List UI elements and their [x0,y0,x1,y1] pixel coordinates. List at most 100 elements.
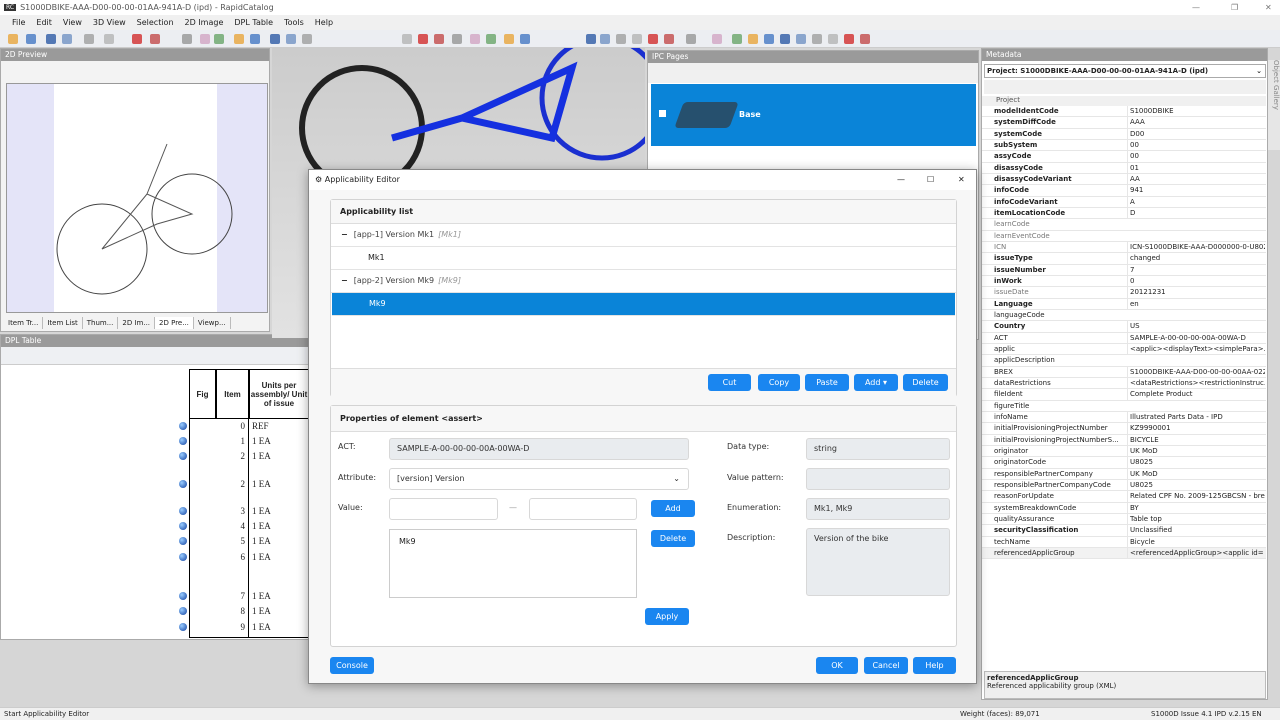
property-value[interactable]: changed [1127,253,1265,265]
minimize-button[interactable]: — [1192,3,1200,12]
list-delete-button[interactable]: Delete [903,374,948,391]
property-value[interactable]: BICYCLE [1127,434,1265,446]
toolbar-button[interactable] [150,34,160,44]
toolbar-button[interactable] [250,34,260,44]
row-bullet-icon[interactable] [179,437,187,445]
toolbar-button[interactable] [520,34,530,44]
tab-2[interactable]: Thum... [83,317,119,329]
toolbar-button[interactable] [664,34,674,44]
metadata-row[interactable]: fileIdent Complete Product [982,389,1266,401]
tab-3[interactable]: 2D Im... [118,317,156,329]
toolbar-button[interactable] [732,34,742,44]
ipc-page-base[interactable]: Base [651,84,976,146]
toolbar-button[interactable] [214,34,224,44]
metadata-row[interactable]: applicDescription [982,355,1266,367]
property-value[interactable]: 941 [1127,185,1265,197]
range-from-input[interactable] [389,498,498,520]
property-value[interactable]: 0 [1127,275,1265,287]
applicability-value[interactable]: Mk1 [331,247,956,270]
property-value[interactable]: U8025 [1127,457,1265,469]
menu-file[interactable]: File [12,18,25,27]
applicability-value[interactable]: Mk9 [332,293,955,316]
toolbar-button[interactable] [486,34,496,44]
property-value[interactable]: D [1127,207,1265,219]
metadata-row[interactable]: referencedApplicGroup <referencedApplicGr… [982,547,1266,560]
toolbar-button[interactable] [828,34,838,44]
tab-1[interactable]: Item List [43,317,83,329]
property-value[interactable]: S1000DBIKE-AAA-D00-00-00-00AA-022... [1127,366,1265,378]
menu-tools[interactable]: Tools [284,18,304,27]
collapse-icon[interactable]: − [341,230,348,239]
metadata-row[interactable]: initialProvisioningProjectNumberS... BICY… [982,434,1266,446]
toolbar-button[interactable] [860,34,870,44]
metadata-row[interactable]: figureTitle [982,401,1266,412]
toolbar-button[interactable] [402,34,412,44]
property-value[interactable]: 20121231 [1127,287,1265,299]
toolbar-button[interactable] [26,34,36,44]
toolbar-button[interactable] [600,34,610,44]
metadata-row[interactable]: infoName Illustrated Parts Data - IPD [982,411,1266,424]
property-value[interactable]: AA [1127,173,1265,185]
metadata-row[interactable]: originatorCode U8025 [982,457,1266,469]
tab-0[interactable]: Item Tr... [4,317,44,329]
toolbar-button[interactable] [302,34,312,44]
dialog-maximize-button[interactable]: ☐ [927,170,934,190]
help-button[interactable]: Help [913,657,956,674]
property-value[interactable]: 00 [1127,151,1265,163]
property-value[interactable]: Related CPF No. 2009-125GBCSN - bre... [1127,491,1265,503]
dialog-minimize-button[interactable]: — [897,170,905,190]
metadata-row[interactable]: Country US [982,321,1266,333]
metadata-row[interactable]: learnEventCode [982,231,1266,242]
toolbar-button[interactable] [132,34,142,44]
property-value[interactable]: <dataRestrictions><restrictionInstruc... [1127,377,1265,389]
metadata-row[interactable]: systemCode D00 [982,128,1266,140]
row-bullet-icon[interactable] [179,507,187,515]
row-bullet-icon[interactable] [179,553,187,561]
row-bullet-icon[interactable] [179,480,187,488]
cancel-button[interactable]: Cancel [864,657,908,674]
metadata-row[interactable]: systemDiffCode AAA [982,117,1266,129]
property-value[interactable]: S1000DBIKE [1127,106,1265,117]
applicability-group[interactable]: − [app-2] Version Mk9 [Mk9] [331,270,956,293]
property-value[interactable]: 00 [1127,139,1265,151]
property-value[interactable]: KZ9990001 [1127,423,1265,435]
property-value[interactable]: D00 [1127,128,1265,140]
metadata-row[interactable]: modelIdentCode S1000DBIKE [982,106,1266,118]
toolbar-button[interactable] [434,34,444,44]
tab-5[interactable]: Viewp... [194,317,231,329]
metadata-row[interactable]: qualityAssurance Table top [982,513,1266,526]
toolbar-button[interactable] [8,34,18,44]
menu-help[interactable]: Help [315,18,333,27]
toolbar-button[interactable] [796,34,806,44]
metadata-row[interactable]: disassyCode 01 [982,162,1266,174]
property-value[interactable]: A [1127,196,1265,208]
toolbar-button[interactable] [104,34,114,44]
collapse-icon[interactable]: − [341,276,348,285]
toolbar-button[interactable] [234,34,244,44]
metadata-row[interactable]: reasonForUpdate Related CPF No. 2009-125G… [982,491,1266,503]
object-gallery-tab[interactable]: Object Gallery [1268,60,1280,150]
metadata-row[interactable]: originator UK MoD [982,445,1266,458]
property-value[interactable]: UK MoD [1127,445,1265,457]
metadata-row[interactable]: issueType changed [982,253,1266,265]
row-bullet-icon[interactable] [179,592,187,600]
menu-2d-image[interactable]: 2D Image [185,18,224,27]
toolbar-button[interactable] [632,34,642,44]
toolbar-button[interactable] [286,34,296,44]
metadata-row[interactable]: initialProvisioningProjectNumber KZ999000… [982,423,1266,435]
list-paste-button[interactable]: Paste [805,374,849,391]
property-value[interactable]: en [1127,298,1265,310]
row-bullet-icon[interactable] [179,623,187,631]
toolbar-button[interactable] [62,34,72,44]
ok-button[interactable]: OK [816,657,858,674]
metadata-row[interactable]: ACT SAMPLE-A-00-00-00-00A-00WA-D [982,332,1266,344]
metadata-row[interactable]: issueDate 20121231 [982,287,1266,299]
toolbar-button[interactable] [764,34,774,44]
project-dropdown[interactable]: Project: S1000DBIKE-AAA-D00-00-00-01AA-9… [984,64,1266,78]
metadata-row[interactable]: learnCode [982,219,1266,231]
metadata-row[interactable]: inWork 0 [982,275,1266,288]
metadata-row[interactable]: infoCodeVariant A [982,196,1266,208]
property-value[interactable]: ICN-S1000DBIKE-AAA-D000000-0-U802... [1127,241,1265,253]
menu-selection[interactable]: Selection [137,18,174,27]
property-value[interactable]: U8025 [1127,479,1265,491]
